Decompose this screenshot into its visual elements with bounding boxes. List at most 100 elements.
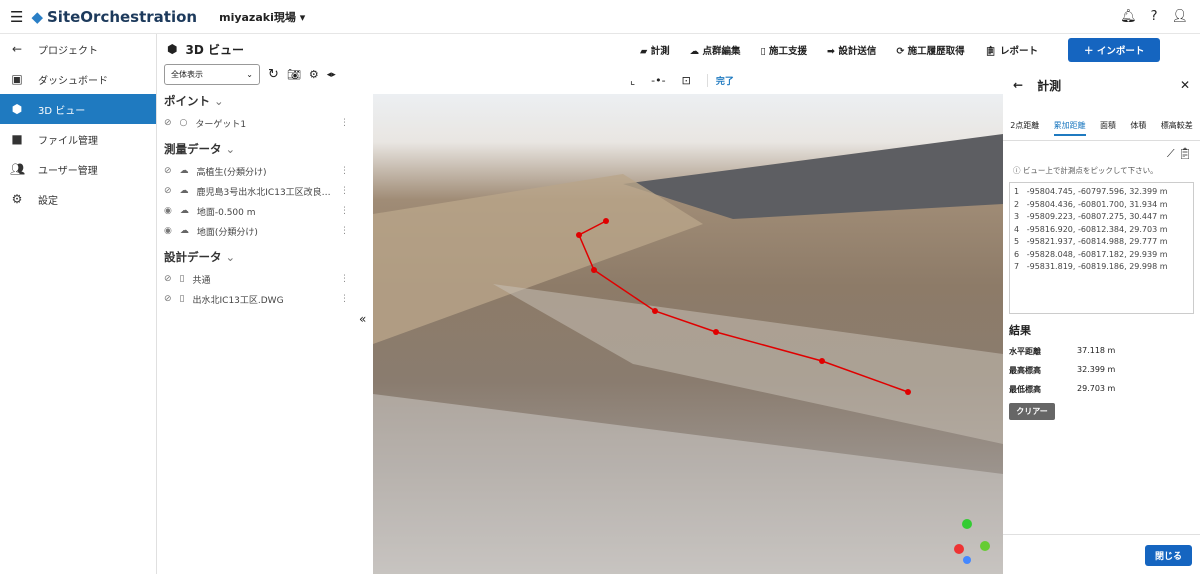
cloud-icon: ☁ — [179, 186, 189, 196]
section-header[interactable]: ポイント ⌄ — [164, 93, 373, 109]
layer-panel: ⬢ 3D ビュー 全体表示 ⌄ ↻ 📷︎ ⚙ ◂▸ ポイント ⌄ ⊘ ○ ターゲット1 ⋮ 測… — [157, 34, 373, 574]
sidebar-item[interactable]: ← プロジェクト — [0, 34, 156, 64]
toolbar-button[interactable]: ▯ 施工支援 — [760, 43, 807, 57]
cube-icon: ⬢ — [11, 102, 23, 116]
users-icon: 👥︎ — [10, 162, 26, 176]
menu-icon[interactable]: ☰ — [10, 8, 23, 26]
cloud-icon: ☁ — [179, 206, 189, 216]
point-row: 7 -95831.819, -60819.186, 29.998 m — [1014, 262, 1168, 271]
sidebar-item[interactable]: ■ ファイル管理 — [0, 124, 156, 154]
measure-point[interactable] — [603, 218, 609, 224]
done-button[interactable]: 完了 — [706, 73, 734, 87]
measure-point[interactable] — [591, 267, 597, 273]
view-select[interactable]: 全体表示 ⌄ — [164, 64, 260, 85]
clipboard-icon[interactable]: 📋︎ — [1178, 147, 1192, 160]
sidebar-item[interactable]: 👥︎ ユーザー管理 — [0, 154, 156, 184]
measure-point[interactable] — [819, 358, 825, 364]
ruler-icon: ▰ — [640, 46, 648, 57]
map-icon: ▯ — [179, 294, 185, 304]
section-header[interactable]: 測量データ ⌄ — [164, 141, 373, 157]
help-icon[interactable]: ? — [1151, 9, 1158, 24]
layer-item[interactable]: ◉ ☁ 地面-0.500 m ⋮ — [157, 201, 373, 221]
top-bar: ☰ ◆ SiteOrchestration miyazaki現場 ▾ 🔔︎ ? 👤… — [0, 0, 1200, 34]
project-selector[interactable]: miyazaki現場 ▾ — [219, 9, 305, 25]
sidebar-item[interactable]: ▣ ダッシュボード — [0, 64, 156, 94]
3d-viewer[interactable] — [373, 94, 1003, 574]
point-row: 6 -95828.048, -60817.182, 29.939 m — [1014, 249, 1168, 259]
more-icon[interactable]: ⋮ — [340, 166, 349, 176]
toolbar-button[interactable]: ➡ 設計送信 — [827, 43, 876, 57]
user-icon[interactable]: 👤︎ — [1171, 9, 1188, 24]
sidebar-item[interactable]: ⬢ 3D ビュー — [0, 94, 156, 124]
polyline-tool-icon[interactable]: ⌞ — [630, 74, 635, 87]
more-icon[interactable]: ⋮ — [340, 186, 349, 196]
more-icon[interactable]: ⋮ — [340, 206, 349, 216]
toolbar-button[interactable]: ☁ 点群編集 — [690, 43, 741, 57]
logo: ◆ SiteOrchestration — [31, 7, 198, 26]
eye-off-icon[interactable]: ⊘ — [164, 186, 172, 196]
layer-item[interactable]: ◉ ☁ 地面(分類分け) ⋮ — [157, 221, 373, 241]
eye-off-icon[interactable]: ⊘ — [164, 274, 172, 284]
gear-icon: ⚙ — [11, 192, 23, 206]
info-icon: ⓘ — [1013, 166, 1021, 175]
bell-icon[interactable]: 🔔︎ — [1120, 9, 1137, 24]
sidebar: ← プロジェクト ▣ ダッシュボード ⬢ 3D ビュー ■ ファイル管理 👥︎ ユーザー管理 ⚙ 設定 — [0, 34, 157, 574]
clear-button[interactable]: クリアー — [1009, 403, 1055, 420]
measure-point[interactable] — [713, 329, 719, 335]
eye-off-icon[interactable]: ⊘ — [164, 118, 172, 128]
more-icon[interactable]: ⋮ — [340, 118, 349, 128]
measure-point[interactable] — [905, 389, 911, 395]
measure-point[interactable] — [576, 232, 582, 238]
toolbar-button[interactable]: ⟳ 施工履歴取得 — [896, 43, 964, 57]
tab[interactable]: 体積 — [1130, 120, 1146, 136]
eye-icon[interactable]: ◉ — [164, 206, 172, 216]
result-row: 最低標高 29.703 m — [1009, 384, 1116, 394]
cloud-icon: ☁ — [689, 46, 700, 57]
tab[interactable]: 累加距離 — [1053, 120, 1086, 136]
eye-off-icon[interactable]: ⊘ — [164, 166, 172, 176]
clipboard-icon: 📋︎ — [984, 46, 997, 57]
toolbar-button[interactable]: ▰ 計測 — [640, 43, 670, 57]
eye-icon[interactable]: ◉ — [164, 226, 172, 236]
layer-item[interactable]: ⊘ ○ ターゲット1 ⋮ — [157, 113, 373, 133]
gear-icon[interactable]: ⚙ — [309, 68, 319, 81]
dashboard-icon: ▣ — [11, 72, 23, 86]
close-button[interactable]: 閉じる — [1144, 545, 1192, 566]
layer-item[interactable]: ⊘ ☁ 高植生(分類分け) ⋮ — [157, 161, 373, 181]
camera-icon[interactable]: 📷︎ — [287, 68, 301, 81]
collapse-panel-button[interactable]: « — [359, 312, 366, 326]
eye-off-icon[interactable]: ⊘ — [164, 294, 172, 304]
tab[interactable]: 標高較差 — [1161, 120, 1193, 136]
point-row: 2 -95804.436, -60801.700, 31.934 m — [1014, 199, 1168, 209]
measure-tools: ⌞ -•- ⊡ 完了 — [630, 66, 734, 94]
cloud-icon: ☁ — [179, 226, 189, 236]
measure-panel: ← 計測 ✕ 2点距離 累加距離 面積 体積 標高較差 ⟋ 📋︎ ⓘ ビュー上で計測点をピッ… — [1003, 66, 1200, 574]
more-icon[interactable]: ⋮ — [340, 294, 349, 304]
result-row: 最高標高 32.399 m — [1009, 365, 1116, 375]
sidebar-item[interactable]: ⚙ 設定 — [0, 184, 156, 214]
point-row: 5 -95821.937, -60814.988, 29.777 m — [1014, 237, 1168, 246]
tab[interactable]: 2点距離 — [1010, 120, 1039, 136]
tab[interactable]: 面積 — [1100, 120, 1116, 136]
import-button[interactable]: ＋ インポート — [1068, 38, 1161, 62]
close-icon[interactable]: ✕ — [1180, 78, 1190, 92]
split-icon[interactable]: ◂▸ — [327, 70, 336, 80]
point-tool-icon[interactable]: -•- — [651, 74, 665, 87]
point-row: 3 -95809.223, -60807.275, 30.447 m — [1014, 212, 1168, 221]
area-tool-icon[interactable]: ⊡ — [682, 74, 691, 87]
points-list[interactable]: 1 -95804.745, -60797.596, 32.399 m 2 -958… — [1009, 182, 1194, 314]
ruler-icon[interactable]: ⟋ — [1167, 147, 1175, 160]
layer-item[interactable]: ⊘ ▯ 共通 ⋮ — [157, 269, 373, 289]
section-header[interactable]: 設計データ ⌄ — [164, 249, 373, 265]
measure-point[interactable] — [652, 308, 658, 314]
folder-icon: ■ — [11, 132, 23, 146]
more-icon[interactable]: ⋮ — [340, 274, 349, 284]
layer-item[interactable]: ⊘ ☁ 鹿児島3号出水北IC13工区改良… ⋮ — [157, 181, 373, 201]
refresh-icon[interactable]: ↻ — [268, 67, 279, 82]
layer-item[interactable]: ⊘ ▯ 出水北IC13工区.DWG ⋮ — [157, 289, 373, 309]
result-row: 水平距離 37.118 m — [1009, 346, 1116, 356]
more-icon[interactable]: ⋮ — [340, 226, 349, 236]
back-icon[interactable]: ← — [1013, 78, 1023, 92]
toolbar-button[interactable]: 📋︎ レポート — [985, 43, 1038, 57]
arrow-right-icon: ➡ — [827, 46, 835, 57]
